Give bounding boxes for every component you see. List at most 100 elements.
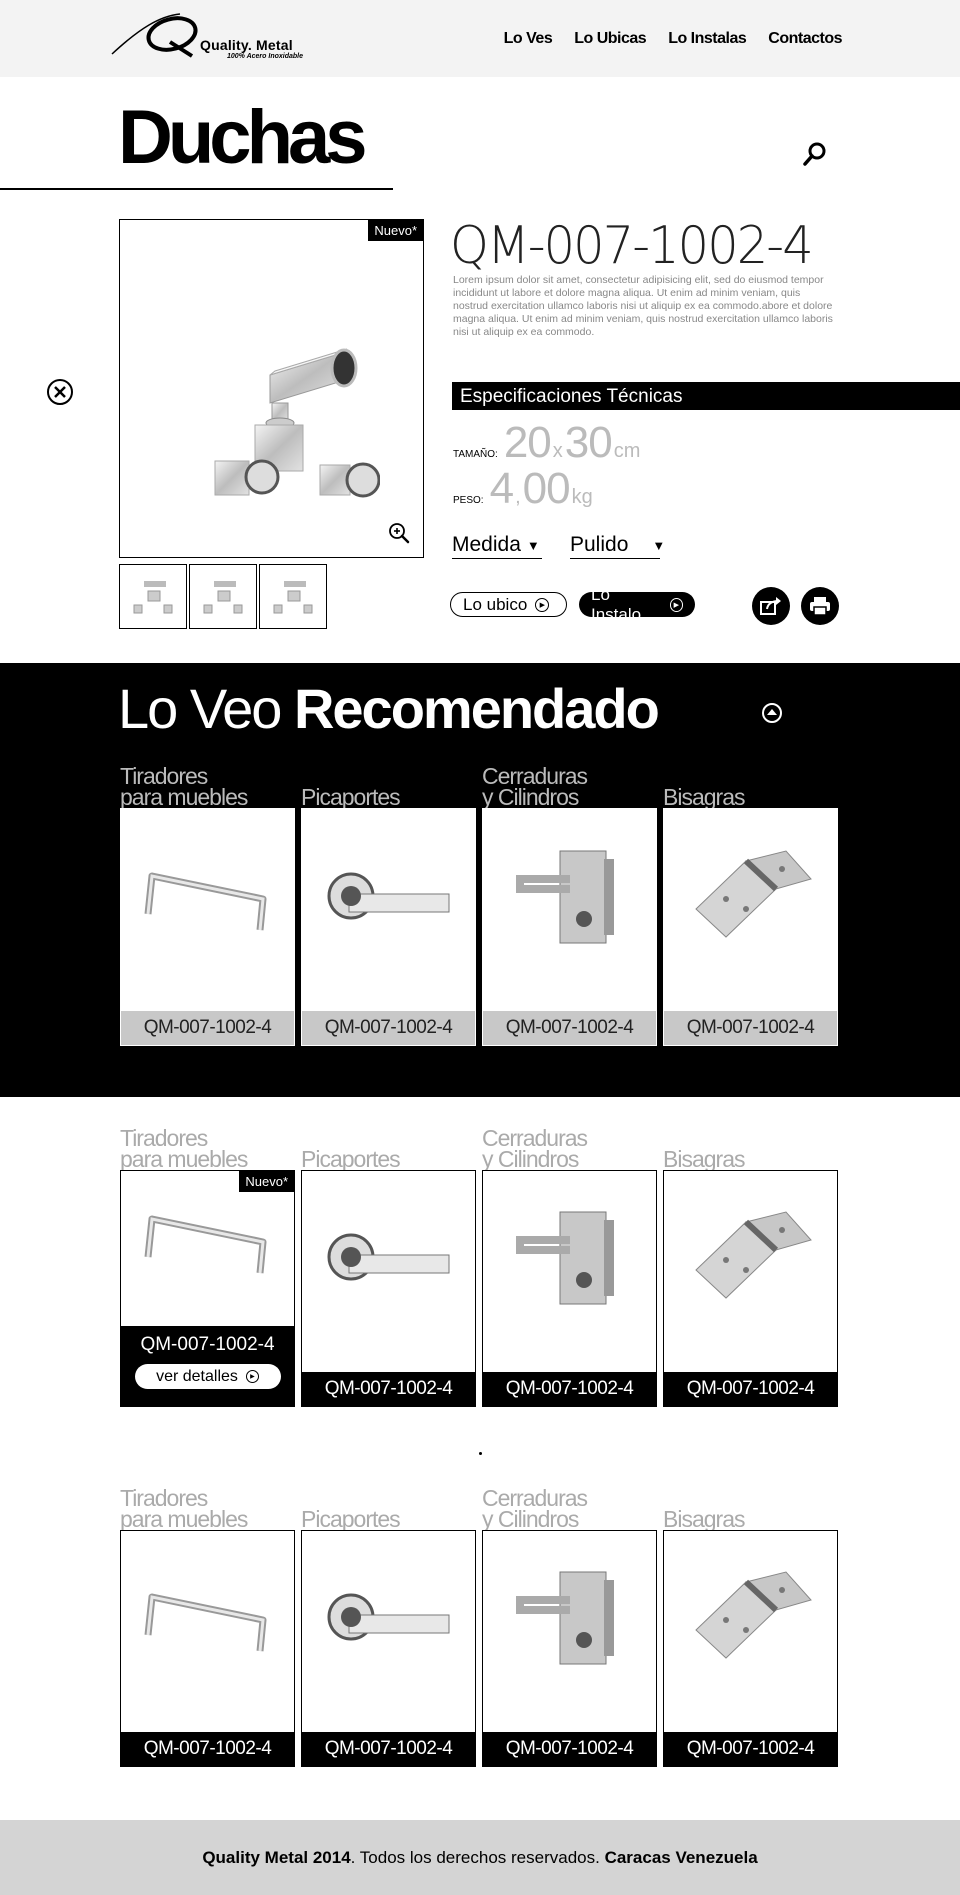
spec-size: TAMAÑO: 20 x 30 cm [453,418,642,468]
category-label: Cerraduras y Cilindros [482,1485,588,1532]
product-card-image[interactable]: QM-007-1002-4 [663,1170,838,1407]
hinge-image [694,850,812,938]
product-card[interactable]: Picaportes QM-007-1002-4 [301,1490,476,1767]
product-card[interactable]: Bisagras QM-007-1002-4 [663,768,838,1046]
search-icon[interactable] [802,141,828,167]
product-card[interactable]: Picaportes QM-007-1002-4 [301,768,476,1046]
product-code-label: QM-007-1002-4 [664,1011,837,1045]
category-label: Tiradores para muebles [120,763,248,810]
product-hover-panel: QM-007-1002-4 ver detalles ▶ [121,1326,294,1406]
new-badge: Nuevo* [368,220,423,241]
page-title: Duchas [118,95,368,180]
product-card-image[interactable]: QM-007-1002-4 [663,1530,838,1767]
size-select[interactable]: Medida ▼ [452,533,542,559]
logo-text: Quality. Metal [200,37,293,53]
spec-weight-label: PESO: [453,495,484,506]
product-card[interactable]: Cerraduras y Cilindros QM-007-1002-4 [482,1127,657,1407]
product-code-label: QM-007-1002-4 [483,1011,656,1045]
product-code-label: QM-007-1002-4 [302,1372,475,1406]
print-button[interactable] [801,587,839,625]
dropdown-arrow-icon: ▼ [652,537,666,553]
spec-weight-dec: 00 [522,464,571,513]
product-card-image[interactable]: QM-007-1002-4 [120,1530,295,1767]
product-card[interactable]: Bisagras QM-007-1002-4 [663,1130,838,1407]
thumbnail-strip [119,564,327,629]
scroll-up-icon[interactable] [761,702,783,724]
product-card-image[interactable]: QM-007-1002-4 [482,808,657,1046]
main-nav: Lo Ves Lo Ubicas Lo Instalas Contactos [504,30,843,48]
category-label: Bisagras [663,1146,745,1172]
product-card-image[interactable]: QM-007-1002-4 [120,808,295,1046]
nav-contactos[interactable]: Contactos [768,30,842,48]
category-label: Picaportes [301,1506,401,1532]
thumbnail-3[interactable] [259,564,327,629]
nav-lo-instalas[interactable]: Lo Instalas [668,30,747,48]
title-underline [0,188,393,190]
thumbnail-faucet-icon [203,581,243,614]
dropdown-arrow-icon: ▼ [526,537,540,553]
new-badge: Nuevo* [239,1171,294,1192]
thumbnail-2[interactable] [189,564,257,629]
site-footer: Quality Metal 2014 . Todos los derechos … [0,1820,960,1895]
product-card-image[interactable]: QM-007-1002-4 [301,808,476,1046]
spec-weight-int: 4 [489,464,515,513]
view-details-label: ver detalles [156,1367,238,1385]
product-card-image[interactable]: QM-007-1002-4 [482,1530,657,1767]
drawer-pull-image [144,1215,266,1273]
product-code-label: QM-007-1002-4 [121,1732,294,1766]
spec-size-label: TAMAÑO: [453,449,498,460]
nav-lo-ves[interactable]: Lo Ves [504,30,553,48]
recommended-row: Tiradores para muebles QM-007-1002-4 Pic… [120,763,838,1046]
product-description: Lorem ipsum dolor sit amet, consectetur … [453,274,833,338]
product-image-frame[interactable]: Nuevo* [119,219,424,558]
close-icon[interactable] [46,378,74,406]
product-card-image[interactable]: QM-007-1002-4 [301,1530,476,1767]
product-card[interactable]: Picaportes QM-007-1002-4 [301,1130,476,1407]
product-card[interactable]: Cerraduras y Cilindros QM-007-1002-4 [482,1485,657,1767]
shower-faucet-image [214,348,380,498]
nav-lo-ubicas[interactable]: Lo Ubicas [574,30,646,48]
product-card-image[interactable]: QM-007-1002-4 [663,808,838,1046]
product-code-label: QM-007-1002-4 [121,1011,294,1045]
locate-button-label: Lo ubico [463,594,528,614]
locate-button[interactable]: Lo ubico ▶ [450,592,567,617]
product-code-label: QM-007-1002-4 [664,1372,837,1406]
hinge-image [694,1571,812,1659]
finish-select[interactable]: Pulido ▼ [570,533,665,559]
view-details-button[interactable]: ver detalles ▶ [134,1364,281,1389]
spec-size-x: x [552,440,563,462]
category-label: Tiradores para muebles [120,1125,248,1172]
arrow-right-icon: ▶ [669,597,683,612]
product-row: Tiradores para muebles QM-007-1002-4 Pic… [120,1485,838,1767]
footer-text: . Todos los derechos reservados. [350,1847,605,1867]
drawer-pull-image [144,872,266,931]
zoom-in-icon[interactable] [388,522,410,544]
drawer-pull-image [144,1593,266,1652]
product-card[interactable]: Tiradores para muebles QM-007-1002-4 [120,1487,295,1767]
category-label: Picaportes [301,1146,401,1172]
product-card[interactable]: Tiradores para muebles Nuevo* QM-007-100… [120,1125,295,1407]
product-card-image[interactable]: QM-007-1002-4 [301,1170,476,1407]
spec-weight-sep: , [515,486,521,508]
spec-weight-unit: kg [571,486,593,508]
category-label: Bisagras [663,1506,745,1532]
lock-cylinder-image [515,850,614,944]
category-label: Picaportes [301,784,401,810]
product-card[interactable]: Tiradores para muebles QM-007-1002-4 [120,763,295,1046]
install-button-label: Lo Instalo [591,584,642,624]
thumbnail-faucet-icon [273,581,313,614]
pagination-dot[interactable] [479,1452,482,1455]
product-card[interactable]: Bisagras QM-007-1002-4 [663,1490,838,1767]
logo[interactable]: Quality. Metal 100% Acero Inoxidable [110,8,310,66]
spec-size-b: 30 [564,418,613,467]
product-card-image[interactable]: QM-007-1002-4 [482,1170,657,1407]
product-code-label: QM-007-1002-4 [302,1011,475,1045]
install-button[interactable]: Lo Instalo ▶ [579,585,695,624]
product-code-label: QM-007-1002-4 [483,1372,656,1406]
thumbnail-1[interactable] [119,564,187,629]
product-card-image[interactable]: Nuevo* QM-007-1002-4 ver detalles ▶ [120,1170,295,1407]
finish-select-value: Pulido [570,533,629,556]
share-button[interactable] [752,587,790,625]
thumbnail-faucet-icon [133,581,173,614]
product-card[interactable]: Cerraduras y Cilindros QM-007-1002-4 [482,765,657,1046]
